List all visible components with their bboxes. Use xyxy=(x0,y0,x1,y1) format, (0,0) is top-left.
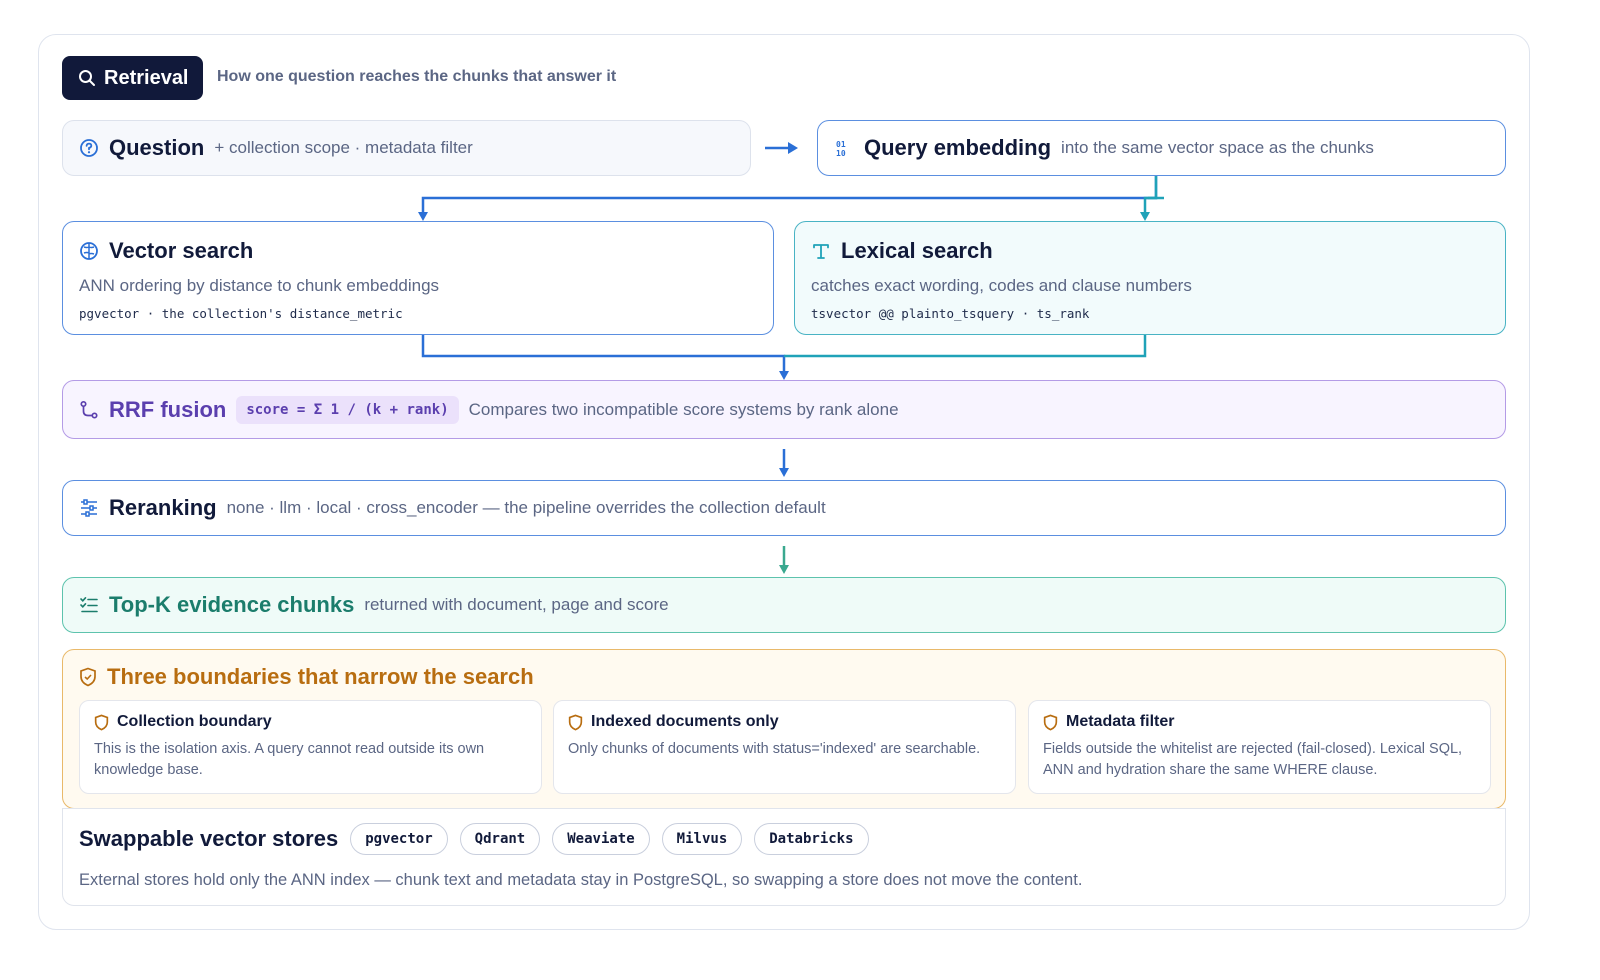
merge-route-icon xyxy=(79,400,99,420)
boundary-title: Indexed documents only xyxy=(591,713,779,730)
rrf-title: RRF fusion xyxy=(109,396,227,422)
lexical-search-code: tsvector @@ plainto_tsquery · ts_rank xyxy=(811,306,1090,321)
vector-stores-box: Swappable vector stores pgvector Qdrant … xyxy=(62,808,1506,906)
store-chip-databricks: Databricks xyxy=(754,823,869,855)
boundary-card-metadata: Metadata filter Fields outside the white… xyxy=(1028,700,1491,794)
rrf-formula: score = Σ 1 / (k + rank) xyxy=(236,395,459,424)
question-box: Question + collection scope · metadata f… xyxy=(62,120,751,176)
topk-box: Top-K evidence chunks returned with docu… xyxy=(62,577,1506,633)
sliders-icon xyxy=(79,498,99,518)
query-embedding-title: Query embedding xyxy=(864,135,1052,160)
store-chip-pgvector: pgvector xyxy=(350,823,448,855)
boundary-card-indexed: Indexed documents only Only chunks of do… xyxy=(553,700,1016,794)
stores-title: Swappable vector stores xyxy=(79,826,339,851)
lexical-search-description: catches exact wording, codes and clause … xyxy=(811,276,1192,295)
search-icon xyxy=(78,69,96,87)
reranking-subtitle: none · llm · local · cross_encoder — the… xyxy=(226,498,826,517)
shield-icon xyxy=(1043,714,1058,731)
store-chip-milvus: Milvus xyxy=(661,823,743,855)
svg-text:10: 10 xyxy=(836,149,846,158)
lexical-search-title: Lexical search xyxy=(841,238,993,263)
header-subtitle: How one question reaches the chunks that… xyxy=(217,68,617,85)
badge-label: Retrieval xyxy=(104,66,189,89)
binary-icon: 01 10 xyxy=(834,138,854,158)
vector-search-box: Vector search ANN ordering by distance t… xyxy=(62,221,774,335)
boundary-text: Only chunks of documents with status='in… xyxy=(568,741,981,757)
query-embedding-box: 01 10 Query embedding into the same vecto… xyxy=(817,120,1506,176)
question-title: Question xyxy=(109,135,205,160)
topk-title: Top-K evidence chunks xyxy=(109,592,355,617)
boundary-text: Fields outside the whitelist are rejecte… xyxy=(1043,741,1463,778)
question-circle-icon xyxy=(79,138,99,158)
text-type-icon xyxy=(811,241,831,261)
shield-icon xyxy=(79,667,97,687)
svg-text:01: 01 xyxy=(836,140,846,149)
rrf-fusion-box: RRF fusion score = Σ 1 / (k + rank) Comp… xyxy=(62,380,1506,439)
shield-icon xyxy=(94,714,109,731)
store-chip-qdrant: Qdrant xyxy=(459,823,541,855)
boundaries-box: Three boundaries that narrow the search … xyxy=(62,649,1506,809)
topk-subtitle: returned with document, page and score xyxy=(364,595,669,614)
lexical-search-box: Lexical search catches exact wording, co… xyxy=(794,221,1506,335)
question-subtitle: + collection scope · metadata filter xyxy=(214,138,473,157)
boundaries-title: Three boundaries that narrow the search xyxy=(107,664,534,689)
boundary-title: Metadata filter xyxy=(1066,713,1175,730)
store-chip-weaviate: Weaviate xyxy=(552,823,650,855)
checklist-icon xyxy=(79,595,99,615)
stores-description: External stores hold only the ANN index … xyxy=(79,871,1083,889)
brain-icon xyxy=(79,241,99,261)
reranking-box: Reranking none · llm · local · cross_enc… xyxy=(62,480,1506,536)
boundary-card-collection: Collection boundary This is the isolatio… xyxy=(79,700,542,794)
query-embedding-subtitle: into the same vector space as the chunks xyxy=(1061,138,1374,157)
reranking-title: Reranking xyxy=(109,495,217,520)
vector-search-title: Vector search xyxy=(109,238,254,263)
vector-search-description: ANN ordering by distance to chunk embedd… xyxy=(79,276,440,295)
vector-search-code: pgvector · the collection's distance_met… xyxy=(79,306,403,321)
retrieval-badge: Retrieval xyxy=(62,56,203,100)
rrf-subtitle: Compares two incompatible score systems … xyxy=(468,399,899,419)
boundary-title: Collection boundary xyxy=(117,713,272,730)
shield-icon xyxy=(568,714,583,731)
boundary-text: This is the isolation axis. A query cann… xyxy=(94,741,485,778)
